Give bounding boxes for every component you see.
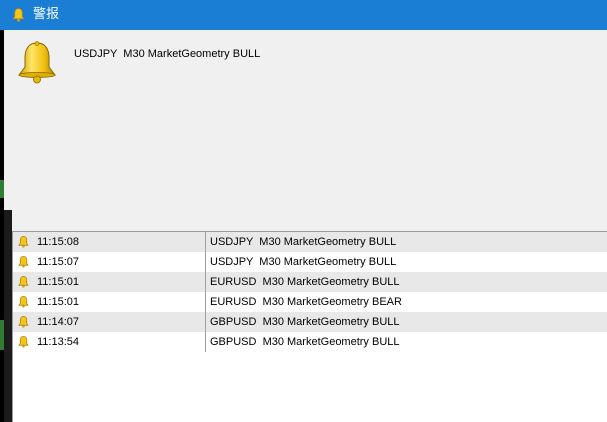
edge-marker — [0, 180, 4, 198]
bell-icon — [18, 236, 29, 248]
alert-time: 11:13:54 — [37, 336, 80, 348]
title-bar[interactable]: 警报 — [0, 0, 607, 30]
bell-icon — [18, 41, 56, 84]
bell-icon — [18, 316, 29, 328]
alert-message: GBPUSD M30 MarketGeometry BULL — [210, 316, 400, 328]
alert-message: USDJPY M30 MarketGeometry BULL — [210, 236, 397, 248]
bell-icon — [18, 256, 29, 268]
list-item[interactable]: 11:15:08 USDJPY M30 MarketGeometry BULL — [13, 232, 607, 252]
current-alert-message: USDJPY M30 MarketGeometry BULL — [74, 48, 261, 60]
alert-message: EURUSD M30 MarketGeometry BULL — [210, 276, 400, 288]
column-divider — [205, 292, 206, 312]
bell-icon — [18, 296, 29, 308]
window-title: 警报 — [33, 7, 60, 22]
column-divider — [205, 332, 206, 352]
alert-window: 警报 USDJPY M30 MarketGeometry BULL 11:15: — [0, 0, 607, 422]
alert-time: 11:15:01 — [37, 296, 80, 308]
alert-time: 11:14:07 — [37, 316, 80, 328]
bell-icon — [18, 276, 29, 288]
alert-time: 11:15:01 — [37, 276, 80, 288]
column-divider — [205, 312, 206, 332]
column-divider — [205, 272, 206, 292]
bell-icon — [12, 8, 25, 22]
list-item[interactable]: 11:15:01 EURUSD M30 MarketGeometry BULL — [13, 272, 607, 292]
list-item[interactable]: 11:15:01 EURUSD M30 MarketGeometry BEAR — [13, 292, 607, 312]
bell-icon — [18, 336, 29, 348]
alert-message: GBPUSD M30 MarketGeometry BULL — [210, 336, 400, 348]
column-divider — [205, 232, 206, 252]
column-divider — [205, 252, 206, 272]
alert-time: 11:15:08 — [37, 236, 80, 248]
alert-message: USDJPY M30 MarketGeometry BULL — [210, 256, 397, 268]
list-item[interactable]: 11:13:54 GBPUSD M30 MarketGeometry BULL — [13, 332, 607, 352]
list-item[interactable]: 11:15:07 USDJPY M30 MarketGeometry BULL — [13, 252, 607, 272]
panel-gap — [4, 210, 12, 422]
alert-message: EURUSD M30 MarketGeometry BEAR — [210, 296, 402, 308]
alert-history-list[interactable]: 11:15:08 USDJPY M30 MarketGeometry BULL … — [12, 231, 607, 422]
list-item[interactable]: 11:14:07 GBPUSD M30 MarketGeometry BULL — [13, 312, 607, 332]
alert-time: 11:15:07 — [37, 256, 80, 268]
